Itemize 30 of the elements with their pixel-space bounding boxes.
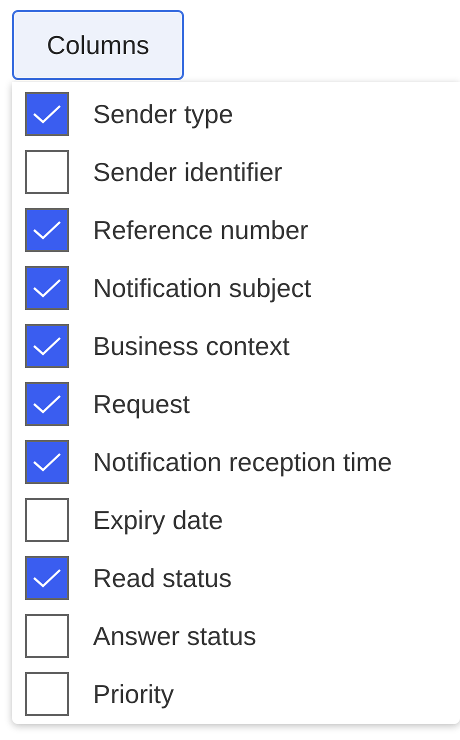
option-label: Notification reception time (93, 446, 392, 478)
checkbox[interactable] (25, 556, 69, 600)
checkbox[interactable] (25, 382, 69, 426)
option-label: Read status (93, 562, 232, 594)
checkbox[interactable] (25, 208, 69, 252)
check-icon (32, 451, 62, 473)
option-label: Sender type (93, 98, 234, 130)
option-label: Answer status (93, 620, 256, 652)
option-label: Priority (93, 678, 174, 710)
option-label: Reference number (93, 214, 308, 246)
check-icon (32, 219, 62, 241)
check-icon (32, 393, 62, 415)
checkbox[interactable] (25, 498, 69, 542)
checkbox[interactable] (25, 614, 69, 658)
check-icon (32, 567, 62, 589)
checkbox[interactable] (25, 92, 69, 136)
checkbox[interactable] (25, 266, 69, 310)
check-icon (32, 103, 62, 125)
checkbox[interactable] (25, 440, 69, 484)
checkbox[interactable] (25, 150, 69, 194)
columns-button[interactable]: Columns (12, 10, 184, 80)
check-icon (32, 277, 62, 299)
option-label: Business context (93, 330, 290, 362)
option-label: Expiry date (93, 504, 224, 536)
option-label: Notification subject (93, 272, 312, 304)
checkbox[interactable] (25, 324, 69, 368)
option-label: Request (93, 388, 190, 420)
check-icon (32, 335, 62, 357)
option-label: Sender identifier (93, 156, 282, 188)
checkbox[interactable] (25, 672, 69, 716)
